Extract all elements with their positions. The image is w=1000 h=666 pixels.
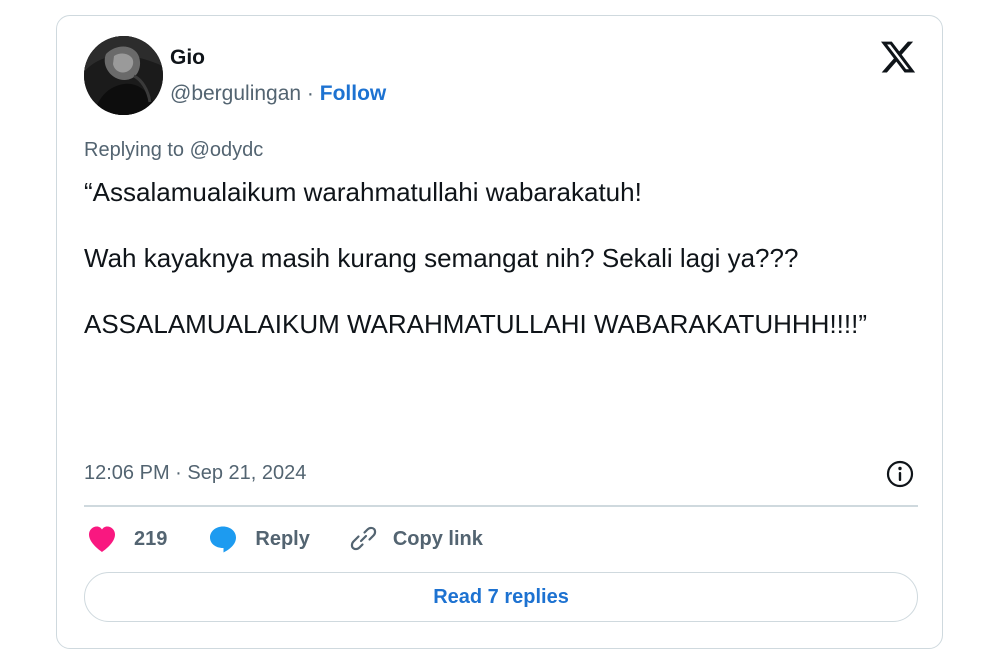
author-handle-row: @bergulingan · Follow	[170, 82, 386, 106]
heart-icon	[87, 525, 117, 553]
replying-to: Replying to @odydc	[84, 139, 264, 161]
tweet-text: “Assalamualaikum warahmatullahi wabaraka…	[84, 177, 868, 339]
reply-button[interactable]: Reply	[208, 524, 310, 554]
tweet-timestamp[interactable]: 12:06 PM · Sep 21, 2024	[84, 462, 306, 485]
tweet-card: Gio @bergulingan · Follow Replying to @o…	[56, 15, 943, 649]
copy-link-label: Copy link	[392, 527, 483, 550]
author-name[interactable]: Gio	[170, 46, 205, 70]
read-replies-label: Read 7 replies	[433, 585, 569, 608]
copy-link-button[interactable]: Copy link	[348, 524, 483, 554]
info-icon[interactable]	[885, 459, 915, 489]
avatar[interactable]	[84, 36, 163, 115]
action-bar: 219 Reply Copy link	[87, 521, 483, 557]
divider	[84, 505, 918, 507]
link-icon	[348, 524, 378, 554]
follow-button[interactable]: Follow	[320, 82, 387, 105]
handle-separator: ·	[306, 82, 314, 105]
like-button[interactable]: 219	[87, 525, 167, 553]
read-replies-button[interactable]: Read 7 replies	[84, 572, 918, 622]
reply-label: Reply	[255, 527, 310, 550]
like-count: 219	[134, 527, 168, 550]
x-logo-icon[interactable]	[879, 38, 917, 76]
author-handle[interactable]: @bergulingan	[170, 82, 301, 105]
speech-bubble-icon	[208, 524, 238, 554]
avatar-image	[84, 36, 163, 115]
